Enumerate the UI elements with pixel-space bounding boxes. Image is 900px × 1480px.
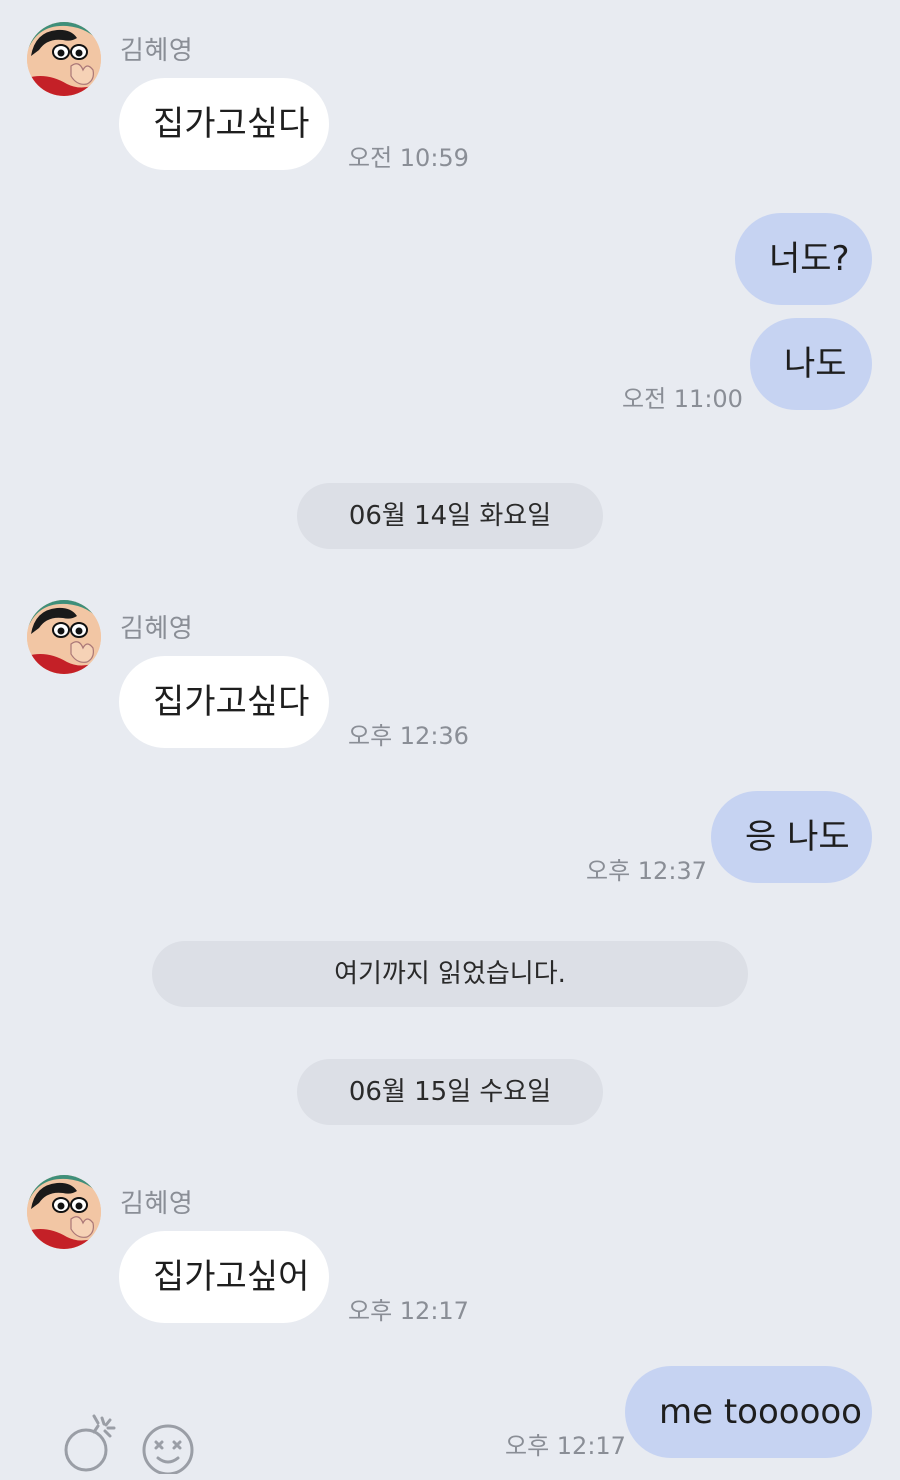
date-divider: 06월 14일 화요일 [297, 483, 603, 549]
dizzy-emoji-icon[interactable] [138, 1420, 198, 1480]
bomb-icon[interactable] [60, 1412, 120, 1472]
date-divider: 06월 15일 수요일 [297, 1059, 603, 1125]
outgoing-message-bubble[interactable]: 응 나도 [711, 791, 872, 883]
avatar-character-icon [27, 600, 101, 674]
message-timestamp: 오전 11:00 [622, 385, 743, 413]
incoming-message-bubble[interactable]: 집가고싶다 [119, 78, 329, 170]
message-timestamp: 오후 12:36 [348, 722, 469, 750]
avatar[interactable] [27, 22, 101, 96]
outgoing-message-bubble[interactable]: 너도? [735, 213, 872, 305]
avatar[interactable] [27, 1175, 101, 1249]
incoming-message-bubble[interactable]: 집가고싶다 [119, 656, 329, 748]
avatar[interactable] [27, 600, 101, 674]
read-marker: 여기까지 읽었습니다. [152, 941, 748, 1007]
outgoing-message-bubble[interactable]: 나도 [750, 318, 872, 410]
message-timestamp: 오후 12:37 [586, 857, 707, 885]
message-timestamp: 오후 12:17 [348, 1297, 469, 1325]
outgoing-message-bubble[interactable]: me toooooo [625, 1366, 872, 1458]
avatar-character-icon [27, 22, 101, 96]
message-timestamp: 오후 12:17 [505, 1432, 626, 1460]
avatar-character-icon [27, 1175, 101, 1249]
sender-name: 김혜영 [120, 1189, 194, 1219]
incoming-message-bubble[interactable]: 집가고싶어 [119, 1231, 329, 1323]
message-timestamp: 오전 10:59 [348, 144, 469, 172]
sender-name: 김혜영 [120, 36, 194, 66]
sender-name: 김혜영 [120, 614, 194, 644]
